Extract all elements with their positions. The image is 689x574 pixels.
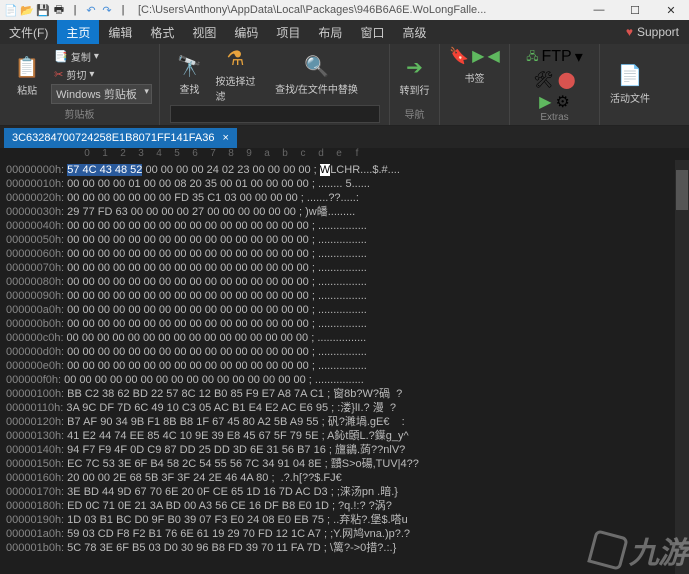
bookmark-next-icon[interactable]: ▶ xyxy=(472,46,484,66)
minimize-button[interactable]: — xyxy=(581,0,617,20)
hex-row[interactable]: 000001b0h: 5C 78 3E 6F B5 03 D0 30 96 B8… xyxy=(6,541,683,555)
scrollbar[interactable] xyxy=(675,160,689,574)
ftp-button[interactable]: 🖧FTP ▾ xyxy=(523,46,586,68)
group-label-nav: 导航 xyxy=(405,106,425,123)
hex-row[interactable]: 00000090h: 00 00 00 00 00 00 00 00 00 00… xyxy=(6,289,683,303)
menu-format[interactable]: 格式 xyxy=(141,20,183,44)
sep: | xyxy=(116,3,130,17)
hex-row[interactable]: 000000e0h: 00 00 00 00 00 00 00 00 00 00… xyxy=(6,359,683,373)
hex-row[interactable]: 000000d0h: 00 00 00 00 00 00 00 00 00 00… xyxy=(6,345,683,359)
window-path: [C:\Users\Anthony\AppData\Local\Packages… xyxy=(134,4,581,16)
find-replace-button[interactable]: 🔍查找/在文件中替换 xyxy=(262,46,372,103)
find-replace-icon: 🔍 xyxy=(304,54,329,79)
search-input[interactable] xyxy=(170,105,380,123)
hex-row[interactable]: 00000130h: 41 E2 44 74 EE 85 4C 10 9E 39… xyxy=(6,429,683,443)
find-button[interactable]: 🔭查找 xyxy=(170,46,210,103)
document-icon: 📄 xyxy=(618,63,643,88)
gear-icon[interactable]: ⚙ xyxy=(555,92,569,112)
hex-row[interactable]: 00000070h: 00 00 00 00 00 00 00 00 00 00… xyxy=(6,261,683,275)
ftp-icon: 🖧 xyxy=(526,48,538,67)
quick-access: 📄 📂 💾 🖶 | ↶ ↷ | xyxy=(0,3,134,17)
record-icon[interactable]: ⬤ xyxy=(558,70,576,90)
hex-row[interactable]: 00000020h: 00 00 00 00 00 00 00 FD 35 C1… xyxy=(6,191,683,205)
file-tab[interactable]: 3C63284700724258E1B8071FF141FA36 × xyxy=(4,128,237,148)
play-icon[interactable]: ▶ xyxy=(539,92,551,112)
hex-row[interactable]: 000000a0h: 00 00 00 00 00 00 00 00 00 00… xyxy=(6,303,683,317)
new-icon[interactable]: 📄 xyxy=(4,3,18,17)
goto-icon: ➔ xyxy=(406,55,423,80)
hex-row[interactable]: 00000100h: BB C2 38 62 BD 22 57 8C 12 B0… xyxy=(6,387,683,401)
hex-row[interactable]: 00000170h: 3E BD 44 9D 67 70 6E 20 0F CE… xyxy=(6,485,683,499)
paste-button[interactable]: 📋粘贴 xyxy=(7,55,47,97)
hex-row[interactable]: 00000110h: 3A 9C DF 7D 6C 49 10 C3 05 AC… xyxy=(6,401,683,415)
bookmark-button[interactable]: 书签 xyxy=(454,70,494,85)
hex-ruler: 0123456789abcdef xyxy=(0,148,689,162)
hex-row[interactable]: 00000180h: ED 0C 71 0E 21 3A BD 00 A3 56… xyxy=(6,499,683,513)
ribbon: 📋粘贴 📑复制 ▾ ✂剪切 ▾ Windows 剪贴板 剪贴板 🔭查找 ⚗按选择… xyxy=(0,44,689,126)
menu-project[interactable]: 项目 xyxy=(267,20,309,44)
hex-row[interactable]: 000001a0h: 59 03 CD F8 F2 B1 76 6E 61 19… xyxy=(6,527,683,541)
hex-row[interactable]: 00000010h: 00 00 00 00 01 00 00 08 20 35… xyxy=(6,177,683,191)
clipboard-mode-dropdown[interactable]: Windows 剪贴板 xyxy=(51,84,152,104)
menu-support[interactable]: ♥Support xyxy=(616,25,689,39)
menu-edit[interactable]: 编辑 xyxy=(99,20,141,44)
hex-row[interactable]: 00000140h: 94 F7 F9 4F 0D C9 87 DD 25 DD… xyxy=(6,443,683,457)
redo-icon[interactable]: ↷ xyxy=(100,3,114,17)
menu-layout[interactable]: 布局 xyxy=(309,20,351,44)
titlebar: 📄 📂 💾 🖶 | ↶ ↷ | [C:\Users\Anthony\AppDat… xyxy=(0,0,689,20)
copy-icon: 📑 xyxy=(54,50,68,63)
heart-icon: ♥ xyxy=(626,25,633,39)
menu-home[interactable]: 主页 xyxy=(57,20,99,44)
group-label-clipboard: 剪贴板 xyxy=(65,106,95,123)
hex-row[interactable]: 00000160h: 20 00 00 2E 68 5B 3F 3F 24 2E… xyxy=(6,471,683,485)
tool-icon[interactable]: 🛠 xyxy=(533,70,553,90)
hex-row[interactable]: 00000150h: EC 7C 53 3E 6F B4 58 2C 54 55… xyxy=(6,457,683,471)
menu-window[interactable]: 窗口 xyxy=(351,20,393,44)
hex-row[interactable]: 00000030h: 29 77 FD 63 00 00 00 00 27 00… xyxy=(6,205,683,219)
save-icon[interactable]: 💾 xyxy=(36,3,50,17)
hex-row[interactable]: 00000080h: 00 00 00 00 00 00 00 00 00 00… xyxy=(6,275,683,289)
bookmark-prev-icon[interactable]: ◀ xyxy=(487,46,499,66)
hex-row[interactable]: 000000f0h: 00 00 00 00 00 00 00 00 00 00… xyxy=(6,373,683,387)
print-icon[interactable]: 🖶 xyxy=(52,3,66,17)
bookmark-icon[interactable]: 🔖 xyxy=(449,46,469,66)
menu-file[interactable]: 文件(F) xyxy=(0,20,57,44)
menu-advanced[interactable]: 高级 xyxy=(393,20,435,44)
menubar: 文件(F) 主页 编辑 格式 视图 编码 项目 布局 窗口 高级 ♥Suppor… xyxy=(0,20,689,44)
open-icon[interactable]: 📂 xyxy=(20,3,34,17)
tabbar: 3C63284700724258E1B8071FF141FA36 × xyxy=(0,126,689,148)
active-files-button[interactable]: 📄活动文件 xyxy=(610,63,650,105)
scissors-icon: ✂ xyxy=(54,68,63,81)
sep: | xyxy=(68,3,82,17)
hex-row[interactable]: 00000190h: 1D 03 B1 BC D0 9F B0 39 07 F3… xyxy=(6,513,683,527)
filter-button[interactable]: ⚗按选择过滤 xyxy=(216,46,256,103)
goto-line-button[interactable]: ➔转到行 xyxy=(395,55,435,97)
hex-row[interactable]: 00000060h: 00 00 00 00 00 00 00 00 00 00… xyxy=(6,247,683,261)
clipboard-icon: 📋 xyxy=(15,55,40,80)
undo-icon[interactable]: ↶ xyxy=(84,3,98,17)
maximize-button[interactable]: ☐ xyxy=(617,0,653,20)
tab-close-icon[interactable]: × xyxy=(222,132,228,144)
hex-editor[interactable]: 00000000h: 57 4C 43 48 52 00 00 00 00 24… xyxy=(0,162,689,574)
hex-row[interactable]: 00000120h: B7 AF 90 34 9B F1 8B B8 1F 67… xyxy=(6,415,683,429)
menu-encode[interactable]: 编码 xyxy=(225,20,267,44)
tab-label: 3C63284700724258E1B8071FF141FA36 xyxy=(12,132,214,144)
hex-row[interactable]: 000000b0h: 00 00 00 00 00 00 00 00 00 00… xyxy=(6,317,683,331)
copy-button[interactable]: 📑复制 ▾ xyxy=(51,48,152,65)
cut-button[interactable]: ✂剪切 ▾ xyxy=(51,66,152,83)
filter-icon: ⚗ xyxy=(227,46,245,71)
hex-row[interactable]: 00000040h: 00 00 00 00 00 00 00 00 00 00… xyxy=(6,219,683,233)
hex-row[interactable]: 00000050h: 00 00 00 00 00 00 00 00 00 00… xyxy=(6,233,683,247)
group-label-extras: Extras xyxy=(540,112,568,125)
close-button[interactable]: ✕ xyxy=(653,0,689,20)
hex-row[interactable]: 000000c0h: 00 00 00 00 00 00 00 00 00 00… xyxy=(6,331,683,345)
scrollbar-thumb[interactable] xyxy=(676,170,688,210)
binoculars-icon: 🔭 xyxy=(177,54,202,79)
hex-row[interactable]: 00000000h: 57 4C 43 48 52 00 00 00 00 24… xyxy=(6,163,683,177)
menu-view[interactable]: 视图 xyxy=(183,20,225,44)
